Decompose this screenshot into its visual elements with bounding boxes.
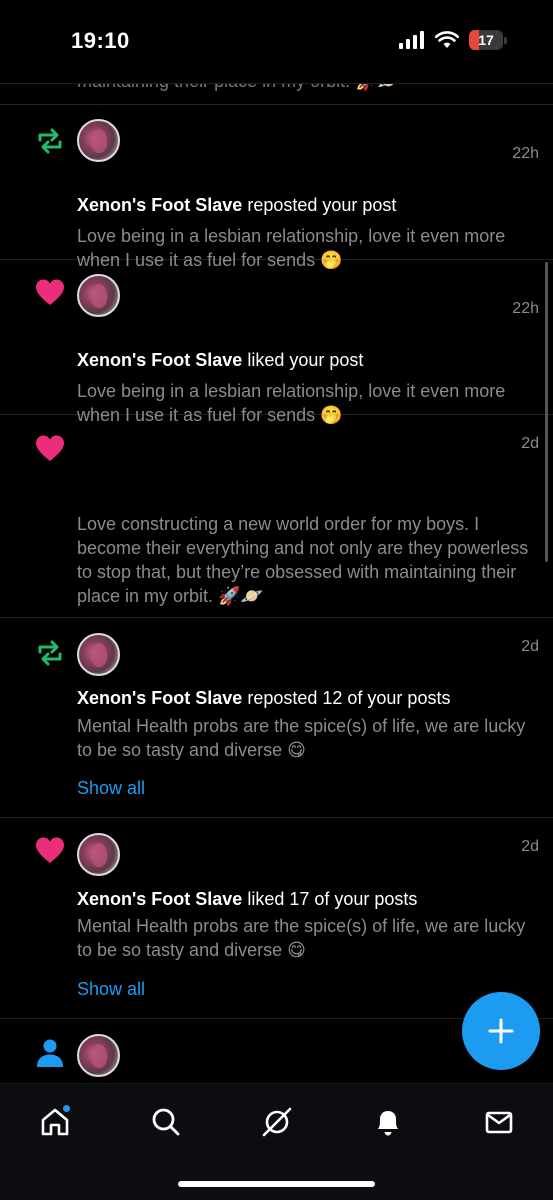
timestamp: 2d bbox=[521, 638, 539, 655]
tab-home[interactable] bbox=[35, 1102, 75, 1142]
heart-icon bbox=[36, 435, 64, 461]
notification-action: liked your post bbox=[242, 350, 364, 370]
notification-title: Xenon's Foot Slave liked your post bbox=[77, 350, 363, 371]
search-icon bbox=[152, 1108, 180, 1136]
notification-body: Mental Health probs are the spice(s) of … bbox=[77, 916, 526, 960]
status-time: 19:10 bbox=[71, 28, 130, 53]
show-all-link[interactable]: Show all bbox=[77, 979, 145, 1000]
scrollbar[interactable] bbox=[545, 262, 548, 562]
user-name[interactable]: Xenon's Foot Slave bbox=[77, 889, 242, 909]
notification-title: Xenon's Foot Slave liked 17 of your post… bbox=[77, 889, 417, 910]
heart-icon bbox=[36, 279, 64, 305]
timestamp: 22h bbox=[512, 145, 539, 162]
notification-action: liked 17 of your posts bbox=[242, 889, 418, 909]
notification-item[interactable]: 22h Xenon's Foot Slave reposted your pos… bbox=[0, 105, 553, 270]
repost-icon bbox=[38, 640, 62, 666]
timestamp: 22h bbox=[512, 300, 539, 317]
compose-button[interactable] bbox=[462, 992, 540, 1070]
notification-item[interactable]: 22h Xenon's Foot Slave liked your post L… bbox=[0, 260, 553, 425]
user-name[interactable]: Xenon's Foot Slave bbox=[77, 195, 242, 215]
home-indicator bbox=[178, 1181, 375, 1187]
tab-search[interactable] bbox=[146, 1102, 186, 1142]
notification-item[interactable]: 2d Xenon's Foot Slave reposted 12 of you… bbox=[0, 618, 553, 818]
person-icon bbox=[37, 1039, 63, 1067]
notification-item-partial[interactable]: maintaining their place in my orbit. 🚀🪐 bbox=[0, 71, 553, 105]
avatar[interactable] bbox=[77, 633, 120, 676]
avatar[interactable] bbox=[77, 1034, 120, 1077]
timestamp: 2d bbox=[521, 435, 539, 452]
show-all-link[interactable]: Show all bbox=[77, 778, 145, 799]
tab-messages[interactable] bbox=[479, 1102, 519, 1142]
avatar[interactable] bbox=[77, 274, 120, 317]
repost-icon bbox=[38, 128, 62, 154]
bottom-tab-bar bbox=[0, 1083, 553, 1200]
notification-title: Xenon's Foot Slave reposted 12 of your p… bbox=[77, 688, 450, 709]
mail-icon bbox=[485, 1111, 513, 1134]
user-name[interactable]: Xenon's Foot Slave bbox=[77, 688, 242, 708]
user-name[interactable]: Xenon's Foot Slave bbox=[77, 350, 242, 370]
notification-action: reposted your post bbox=[242, 195, 397, 215]
plus-icon bbox=[488, 1018, 514, 1044]
avatar[interactable] bbox=[77, 119, 120, 162]
notification-item[interactable]: 2d Love constructing a new world order f… bbox=[0, 415, 553, 618]
notification-dot bbox=[62, 1104, 71, 1113]
feeds-icon bbox=[262, 1107, 292, 1137]
battery-indicator: 17 bbox=[469, 30, 507, 50]
notification-action: reposted 12 of your posts bbox=[242, 688, 451, 708]
notification-item[interactable]: 2d Xenon's Foot Slave liked 17 of your p… bbox=[0, 818, 553, 1019]
avatar[interactable] bbox=[77, 833, 120, 876]
battery-level: 17 bbox=[478, 32, 494, 48]
notifications-feed: maintaining their place in my orbit. 🚀🪐 … bbox=[0, 71, 553, 1089]
bell-icon bbox=[378, 1111, 398, 1136]
status-icons: 17 bbox=[399, 30, 507, 50]
status-bar: 19:10 17 bbox=[0, 0, 553, 84]
signal-icon bbox=[399, 31, 424, 49]
timestamp: 2d bbox=[521, 838, 539, 855]
notification-title: Xenon's Foot Slave reposted your post bbox=[77, 195, 396, 216]
wifi-icon bbox=[435, 31, 459, 48]
tab-notifications[interactable] bbox=[368, 1102, 408, 1142]
notification-body: Mental Health probs are the spice(s) of … bbox=[77, 716, 526, 760]
tab-feeds[interactable] bbox=[257, 1102, 297, 1142]
heart-icon bbox=[36, 837, 64, 863]
notification-body: Love constructing a new world order for … bbox=[77, 514, 529, 606]
